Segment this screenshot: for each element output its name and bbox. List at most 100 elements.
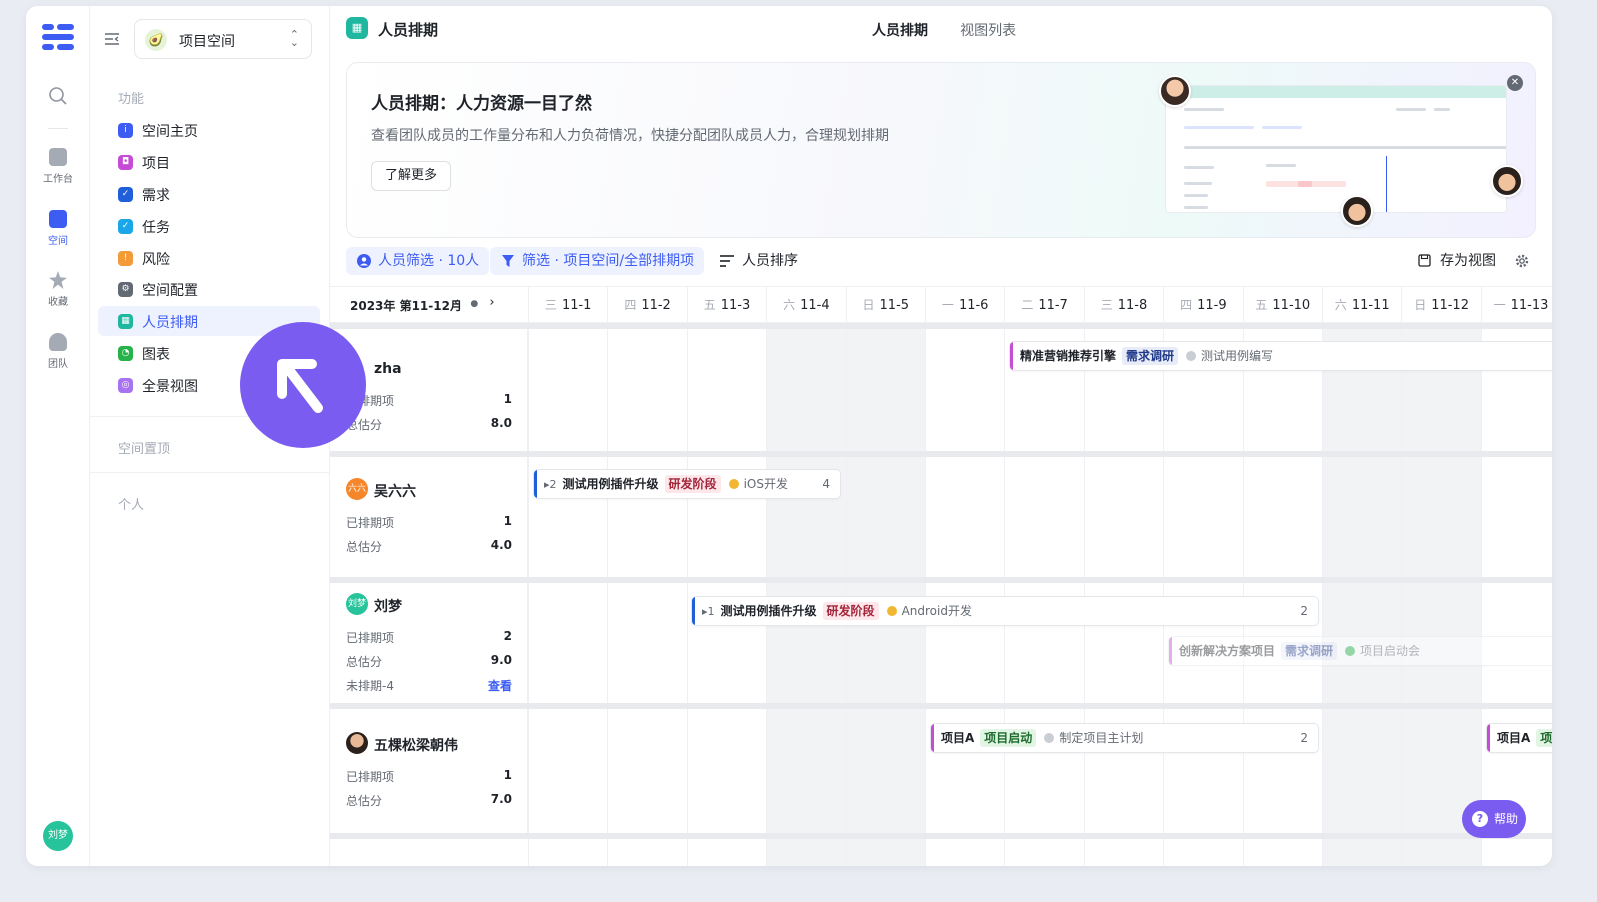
- space-name: 项目空间: [179, 34, 235, 50]
- banner-title: 人员排期：人力资源一目了然: [371, 94, 592, 114]
- space-selector[interactable]: 🥑 项目空间 ⌃ ⌄: [134, 19, 312, 59]
- chevron-left-icon[interactable]: ‹: [454, 295, 459, 310]
- day-column-header: 一 11-6: [925, 287, 1004, 323]
- day-column: [1163, 323, 1242, 866]
- person-name: 五棵松梁朝伟: [374, 738, 458, 754]
- day-column: [845, 323, 925, 866]
- schedule-rows: zha 已排期项 1 总估分 8.0 六六 吴六六 已排期项 1 总估分 4.0 刘梦 …: [330, 323, 1552, 866]
- sort-icon: [720, 255, 734, 267]
- schedule-task[interactable]: 项目A 项: [1486, 723, 1552, 753]
- sidebar-item-label: 图表: [142, 347, 170, 363]
- schedule-toolbar: 人员筛选 · 10人 筛选 · 项目空间/全部排期项 人员排序 存为视图: [346, 247, 1536, 277]
- gear-icon[interactable]: [1514, 253, 1530, 269]
- day-column-header: 二 11-7: [1004, 287, 1083, 323]
- sidebar-item-risk[interactable]: ! 风险: [98, 243, 320, 273]
- person-name: 刘梦: [374, 599, 402, 615]
- people-filter-button[interactable]: 人员筛选 · 10人: [346, 247, 490, 275]
- rail-item-label: 团队: [48, 359, 68, 370]
- view-unscheduled-link[interactable]: 查看: [488, 677, 512, 694]
- day-column-header: 三 11-1: [528, 287, 607, 323]
- app-logo[interactable]: [42, 24, 74, 50]
- day-column-header: 四 11-9: [1163, 287, 1242, 323]
- rail-item-workbench[interactable]: 工作台: [26, 148, 90, 185]
- day-column-header: 三 11-8: [1083, 287, 1163, 323]
- filter-label: 筛选 · 项目空间/全部排期项: [522, 253, 695, 269]
- banner-description: 查看团队成员的工作量分布和人力负荷情况，快捷分配团队成员人力，合理规划排期: [371, 128, 889, 144]
- task-check-icon: ✓: [118, 219, 133, 234]
- avatar: 刘梦: [346, 593, 368, 615]
- unscheduled-count: 未排期-4 查看: [346, 677, 512, 694]
- sidebar-item-label: 人员排期: [142, 315, 198, 331]
- period-nav: ‹ ● ›: [454, 295, 495, 310]
- chevron-right-icon[interactable]: ›: [489, 295, 494, 310]
- save-view-label: 存为视图: [1440, 253, 1496, 269]
- schedule-task[interactable]: ▸1 测试用例插件升级 研发阶段 Android开发 2: [691, 596, 1319, 626]
- sidebar-item-space-home[interactable]: i 空间主页: [98, 115, 320, 145]
- arrow-up-left-icon: [277, 359, 323, 413]
- sidebar-item-label: 风险: [142, 252, 170, 268]
- learn-more-button[interactable]: 了解更多: [371, 161, 452, 191]
- section-pinned: 空间置顶: [118, 442, 171, 457]
- sidebar-item-task[interactable]: ✓ 任务: [98, 211, 320, 241]
- day-column: [925, 323, 1004, 866]
- rail-item-favorites[interactable]: 收藏: [26, 271, 90, 308]
- schedule-task[interactable]: 精准营销推荐引擎 需求调研 测试用例编写: [1009, 341, 1552, 371]
- person-name: 吴六六: [374, 484, 416, 500]
- search-icon[interactable]: [48, 86, 68, 106]
- sidebar-divider: [90, 472, 330, 473]
- total-score: 总估分 4.0: [346, 538, 512, 554]
- collapse-sidebar-icon[interactable]: [104, 32, 120, 46]
- row-separator: [330, 833, 1552, 839]
- schedule-task[interactable]: 项目A 项目启动 制定项目主计划 2: [930, 723, 1319, 753]
- sidebar-item-label: 空间配置: [142, 283, 198, 299]
- help-button[interactable]: ? 帮助: [1462, 800, 1526, 838]
- scheduled-count: 已排期项 1: [346, 768, 512, 784]
- sidebar-item-requirement[interactable]: ✓ 需求: [98, 179, 320, 209]
- today-dot-icon[interactable]: ●: [470, 299, 478, 309]
- schedule-grid: 2023年 第11-12月 ‹ ● › 三 11-1 四 11-2 五 11-3 六 11-4…: [330, 286, 1552, 866]
- scheduled-count: 已排期项 2: [346, 629, 512, 645]
- rail-item-space[interactable]: 空间: [26, 210, 90, 247]
- tab-staff-schedule[interactable]: 人员排期: [872, 20, 928, 40]
- day-column-header: 五 11-10: [1242, 287, 1322, 323]
- main-content: ▦ 人员排期 人员排期 视图列表 人员排期：人力资源一目了然 查看团队成员的工作…: [330, 6, 1552, 866]
- tab-view-list[interactable]: 视图列表: [960, 20, 1016, 40]
- day-column: [607, 323, 686, 866]
- period-label: 2023年 第11-12月: [350, 299, 462, 313]
- user-avatar[interactable]: 刘梦: [43, 821, 73, 851]
- sidebar-item-space-config[interactable]: ⚙ 空间配置: [98, 274, 320, 304]
- schedule-task[interactable]: ▸2 测试用例插件升级 研发阶段 iOS开发 4: [533, 469, 841, 499]
- chevron-updown-icon: ⌃ ⌄: [289, 28, 299, 49]
- global-rail: 工作台 空间 收藏 团队 刘梦: [26, 6, 90, 866]
- avatar-illustration: [1341, 195, 1373, 227]
- sidebar-item-label: 空间主页: [142, 124, 198, 140]
- save-icon: [1418, 254, 1431, 267]
- close-icon[interactable]: ✕: [1507, 75, 1523, 91]
- day-column-header: 日 11-12: [1401, 287, 1480, 323]
- filter-button[interactable]: 筛选 · 项目空间/全部排期项: [490, 247, 705, 275]
- person-row-header[interactable]: 六六 吴六六 已排期项 1 总估分 4.0: [330, 457, 528, 577]
- sidebar-item-project[interactable]: ◘ 项目: [98, 147, 320, 177]
- people-sort-button[interactable]: 人员排序: [718, 247, 798, 275]
- avatar: [346, 732, 368, 754]
- top-bar: ▦ 人员排期 人员排期 视图列表: [330, 6, 1552, 52]
- banner-illustration: [1165, 85, 1507, 213]
- page-title: 人员排期: [378, 21, 439, 39]
- calendar-grid-icon: ▦: [118, 314, 133, 329]
- scheduled-count: 已排期项 1: [346, 392, 512, 408]
- chart-icon: ◔: [118, 346, 133, 361]
- scheduled-count: 已排期项 1: [346, 514, 512, 530]
- save-view-button[interactable]: 存为视图: [1418, 247, 1496, 275]
- star-icon: [49, 271, 67, 289]
- person-row-header[interactable]: 五棵松梁朝伟 已排期项 1 总估分 7.0: [330, 709, 528, 833]
- view-tabs: 人员排期 视图列表: [872, 20, 1044, 40]
- rail-item-team[interactable]: 团队: [26, 333, 90, 370]
- people-sort-label: 人员排序: [742, 253, 798, 269]
- filter-icon: [502, 255, 514, 267]
- schedule-task[interactable]: 创新解决方案项目 需求调研 项目启动会: [1168, 636, 1552, 666]
- person-row-header[interactable]: 刘梦 刘梦 已排期项 2 总估分 9.0 未排期-4 查看: [330, 583, 528, 703]
- alert-icon: !: [118, 251, 133, 266]
- day-column-header: 日 11-5: [845, 287, 925, 323]
- space-icon: [49, 210, 67, 228]
- day-column: [1083, 323, 1163, 866]
